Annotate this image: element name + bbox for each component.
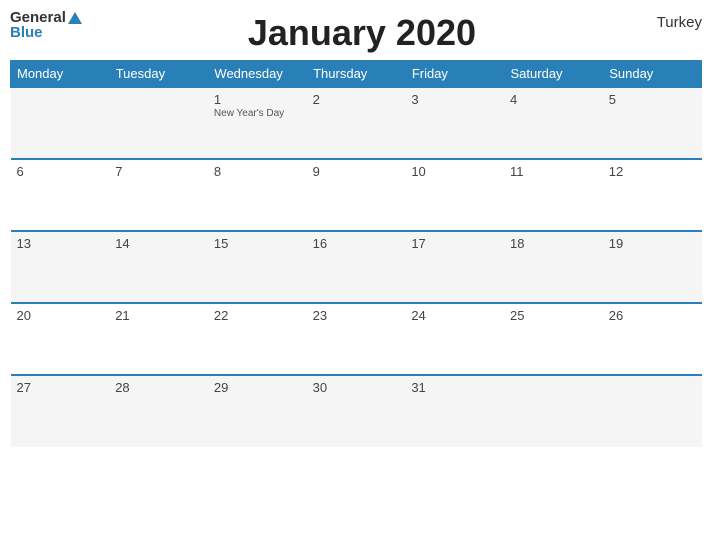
day-number: 3 xyxy=(411,92,498,107)
calendar-cell: 17 xyxy=(405,231,504,303)
calendar-cell xyxy=(504,375,603,447)
weekday-header-monday: Monday xyxy=(11,61,110,88)
calendar-cell: 18 xyxy=(504,231,603,303)
calendar-cell: 20 xyxy=(11,303,110,375)
weekday-header-tuesday: Tuesday xyxy=(109,61,208,88)
day-number: 8 xyxy=(214,164,301,179)
day-number: 30 xyxy=(313,380,400,395)
calendar-cell: 24 xyxy=(405,303,504,375)
day-number: 29 xyxy=(214,380,301,395)
calendar-cell: 8 xyxy=(208,159,307,231)
calendar-cell: 21 xyxy=(109,303,208,375)
calendar-cell: 16 xyxy=(307,231,406,303)
weekday-header-wednesday: Wednesday xyxy=(208,61,307,88)
calendar-cell: 22 xyxy=(208,303,307,375)
calendar-cell: 12 xyxy=(603,159,702,231)
calendar-cell: 1New Year's Day xyxy=(208,87,307,159)
day-number: 14 xyxy=(115,236,202,251)
calendar-cell: 28 xyxy=(109,375,208,447)
weekday-header-thursday: Thursday xyxy=(307,61,406,88)
calendar-cell: 27 xyxy=(11,375,110,447)
day-number: 10 xyxy=(411,164,498,179)
day-number: 24 xyxy=(411,308,498,323)
header-area: General Blue January 2020 Turkey xyxy=(10,10,702,54)
day-number: 4 xyxy=(510,92,597,107)
calendar-container: General Blue January 2020 Turkey MondayT… xyxy=(0,0,712,550)
calendar-cell: 2 xyxy=(307,87,406,159)
weekday-header-row: MondayTuesdayWednesdayThursdayFridaySatu… xyxy=(11,61,702,88)
week-row-2: 6789 10 11 12 xyxy=(11,159,702,231)
calendar-cell xyxy=(603,375,702,447)
day-number: 9 xyxy=(313,164,400,179)
day-number: 2 xyxy=(313,92,400,107)
day-number: 25 xyxy=(510,308,597,323)
day-number: 5 xyxy=(609,92,696,107)
calendar-cell: 19 xyxy=(603,231,702,303)
day-number: 18 xyxy=(510,236,597,251)
day-number: 7 xyxy=(115,164,202,179)
day-number: 12 xyxy=(609,164,696,179)
day-number: 19 xyxy=(609,236,696,251)
day-number: 6 xyxy=(17,164,104,179)
day-number: 11 xyxy=(510,164,597,179)
calendar-cell: 30 xyxy=(307,375,406,447)
calendar-cell: 7 xyxy=(109,159,208,231)
weekday-header-friday: Friday xyxy=(405,61,504,88)
month-title: January 2020 xyxy=(82,10,642,54)
calendar-cell: 11 xyxy=(504,159,603,231)
weekday-header-saturday: Saturday xyxy=(504,61,603,88)
calendar-cell: 15 xyxy=(208,231,307,303)
calendar-table: MondayTuesdayWednesdayThursdayFridaySatu… xyxy=(10,60,702,447)
day-number: 21 xyxy=(115,308,202,323)
calendar-cell: 10 xyxy=(405,159,504,231)
day-number: 31 xyxy=(411,380,498,395)
calendar-cell: 23 xyxy=(307,303,406,375)
calendar-cell: 3 xyxy=(405,87,504,159)
day-number: 1 xyxy=(214,92,301,107)
calendar-cell: 14 xyxy=(109,231,208,303)
calendar-cell: 29 xyxy=(208,375,307,447)
calendar-cell: 9 xyxy=(307,159,406,231)
calendar-cell xyxy=(109,87,208,159)
logo-blue-text: Blue xyxy=(10,25,43,40)
calendar-cell: 26 xyxy=(603,303,702,375)
calendar-cell xyxy=(11,87,110,159)
day-number: 15 xyxy=(214,236,301,251)
calendar-cell: 5 xyxy=(603,87,702,159)
logo-triangle-icon xyxy=(68,12,82,24)
calendar-cell: 6 xyxy=(11,159,110,231)
day-number: 22 xyxy=(214,308,301,323)
day-number: 26 xyxy=(609,308,696,323)
day-number: 13 xyxy=(17,236,104,251)
week-row-1: 1New Year's Day 2345 xyxy=(11,87,702,159)
calendar-cell: 13 xyxy=(11,231,110,303)
logo: General Blue xyxy=(10,10,82,40)
calendar-cell: 4 xyxy=(504,87,603,159)
day-number: 20 xyxy=(17,308,104,323)
day-number: 17 xyxy=(411,236,498,251)
country-label: Turkey xyxy=(642,10,702,31)
week-row-5: 27 28 29 30 31 xyxy=(11,375,702,447)
day-number: 27 xyxy=(17,380,104,395)
logo-general-text: General xyxy=(10,10,66,25)
calendar-cell: 25 xyxy=(504,303,603,375)
week-row-3: 13 14 15 16 17 18 19 xyxy=(11,231,702,303)
calendar-cell: 31 xyxy=(405,375,504,447)
week-row-4: 20 21 22 23 24 25 26 xyxy=(11,303,702,375)
weekday-header-sunday: Sunday xyxy=(603,61,702,88)
day-number: 23 xyxy=(313,308,400,323)
day-number: 16 xyxy=(313,236,400,251)
day-number: 28 xyxy=(115,380,202,395)
holiday-label: New Year's Day xyxy=(214,108,301,119)
